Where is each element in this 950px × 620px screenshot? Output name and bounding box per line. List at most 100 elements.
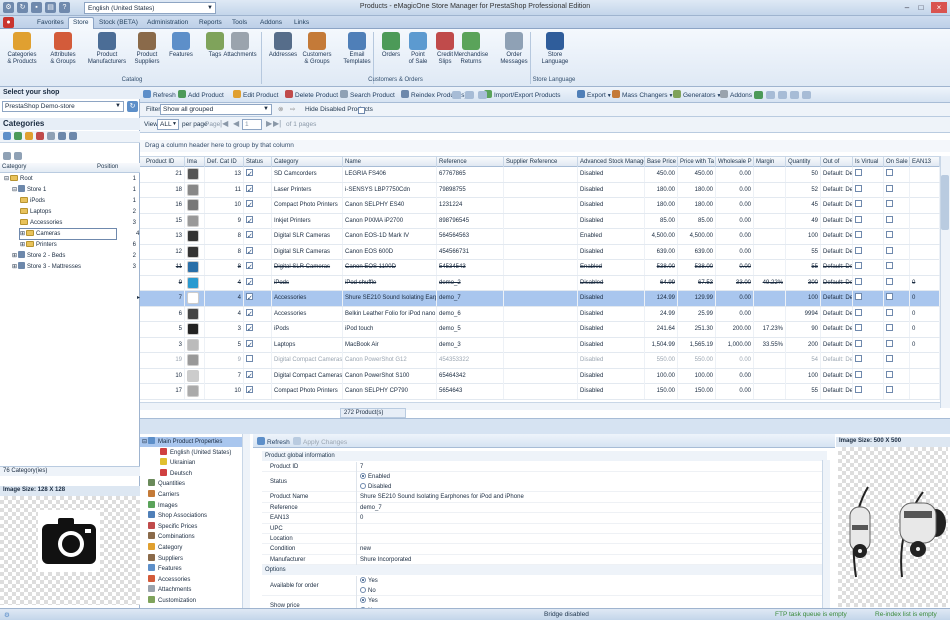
field-value[interactable]: 0 — [356, 513, 363, 524]
tab-tools[interactable]: Tools — [228, 18, 251, 29]
radio-button[interactable] — [360, 483, 366, 490]
sale-checkbox[interactable] — [886, 184, 893, 192]
virtual-checkbox[interactable] — [855, 355, 862, 362]
property-node-suppliers[interactable]: Suppliers — [148, 553, 183, 564]
table-row[interactable]: 13 8 Digital SLR CamerasCanon EOS-1D Mark … — [140, 229, 940, 245]
status-checkbox[interactable] — [246, 338, 253, 353]
cell-status[interactable] — [244, 337, 272, 353]
property-node-ukrainian[interactable]: Ukrainian — [160, 458, 195, 468]
refresh-icon[interactable] — [3, 132, 11, 140]
status-checkbox[interactable] — [246, 291, 253, 306]
table-row[interactable]: 12 8 Digital SLR CamerasCanon EOS 600D4545… — [140, 244, 940, 260]
cell-status[interactable] — [244, 244, 272, 260]
cell-is-virtual[interactable] — [853, 213, 884, 229]
category-node-store-3-mattresses[interactable]: ⊞ Store 3 - Mattresses 3 — [0, 262, 138, 272]
ribbon-btn-attachments[interactable]: Attachments — [221, 32, 259, 59]
cell-is-virtual[interactable] — [853, 229, 884, 244]
cell-on-sale[interactable] — [884, 260, 910, 275]
category-node-store-1[interactable]: ⊟ Store 1 1 — [0, 185, 138, 195]
status-checkbox[interactable] — [246, 355, 253, 362]
cell-on-sale[interactable] — [884, 198, 910, 213]
status-checkbox[interactable] — [246, 276, 253, 291]
category-node-cameras[interactable]: ⊞Cameras44 — [19, 228, 139, 240]
property-node-category[interactable]: Category — [148, 543, 182, 553]
grid-scroll-thumb[interactable] — [941, 175, 949, 230]
virtual-checkbox[interactable] — [855, 293, 862, 300]
collapse-all-icon[interactable] — [14, 152, 22, 160]
radio-button[interactable] — [360, 587, 366, 594]
category-node-accessories[interactable]: Accessories 3 — [0, 218, 138, 228]
table-row[interactable]: 21 13 SD CamcordersLEGRIA FS40667767865 Dis… — [140, 167, 940, 183]
property-node-specific-prices[interactable]: Specific Prices — [148, 521, 197, 532]
tab-stock-beta[interactable]: Stock (BETA) — [95, 18, 142, 29]
status-checkbox[interactable] — [246, 260, 253, 275]
cell-on-sale[interactable] — [884, 167, 910, 182]
status-checkbox[interactable] — [246, 214, 253, 229]
cell-on-sale[interactable] — [884, 337, 910, 353]
cell-on-sale[interactable] — [884, 291, 910, 306]
cell-on-sale[interactable] — [884, 275, 910, 291]
toolbar-import-export-products-button[interactable]: Import/Export Products — [484, 90, 560, 99]
cell-on-sale[interactable] — [884, 353, 910, 368]
cell-is-virtual[interactable] — [853, 322, 884, 337]
virtual-checkbox[interactable] — [855, 200, 862, 207]
sale-checkbox[interactable] — [886, 324, 893, 331]
virtual-checkbox[interactable] — [855, 386, 862, 393]
collapse-icon[interactable]: ⊟ — [4, 176, 9, 182]
tab-favorites[interactable]: Favorites — [33, 18, 68, 29]
last-page-icon[interactable]: ▶| — [273, 119, 281, 128]
sale-checkbox[interactable] — [886, 308, 893, 316]
sale-checkbox[interactable] — [886, 386, 893, 393]
status-checkbox[interactable] — [246, 229, 253, 244]
ribbon-btn-categories-products[interactable]: Categories & Products — [3, 32, 41, 66]
shop-refresh-icon[interactable]: ↻ — [127, 101, 138, 112]
ribbon-btn-addresses[interactable]: Addresses — [264, 32, 302, 59]
field-value[interactable]: Shure SE210 Sound Isolating Earphones fo… — [356, 492, 524, 503]
radio-option[interactable]: No — [360, 586, 378, 596]
cell-on-sale[interactable] — [884, 229, 910, 244]
field-value[interactable]: 7 — [356, 462, 363, 473]
virtual-checkbox[interactable] — [855, 231, 862, 238]
prev-page-icon[interactable]: ◀ — [233, 119, 239, 128]
search-icon[interactable] — [47, 132, 55, 140]
cell-on-sale[interactable] — [884, 244, 910, 260]
field-value[interactable] — [356, 534, 360, 545]
panel-splitter[interactable] — [140, 418, 950, 434]
cell-is-virtual[interactable] — [853, 167, 884, 182]
ribbon-btn-product-suppliers[interactable]: Product Suppliers — [128, 32, 166, 66]
first-page-icon[interactable]: |◀ — [220, 119, 228, 128]
table-row[interactable]: 15 9 Inkjet PrintersCanon PIXMA iP27008987… — [140, 213, 940, 229]
sale-checkbox[interactable] — [886, 293, 893, 300]
view-mode-icon-1[interactable] — [766, 91, 775, 99]
sale-checkbox[interactable] — [886, 246, 893, 254]
add-category-icon[interactable] — [14, 132, 22, 140]
virtual-checkbox[interactable] — [855, 184, 862, 192]
table-row[interactable]: 3 5 LaptopsMacBook Airdemo_3 Disabled1,504.… — [140, 337, 940, 353]
ribbon-btn-attributes-groups[interactable]: Attributes & Groups — [44, 32, 82, 66]
table-row[interactable]: 7 4 AccessoriesShure SE210 Sound Isolating… — [137, 291, 940, 307]
table-row[interactable]: 18 11 Laser Printersi-SENSYS LBP7750Cdn798… — [140, 182, 940, 198]
table-row[interactable]: 17 10 Compact Photo PrintersCanon SELPHY C… — [140, 384, 940, 400]
status-checkbox[interactable] — [246, 307, 253, 322]
delete-category-icon[interactable] — [36, 132, 44, 140]
sale-checkbox[interactable] — [886, 339, 893, 347]
virtual-checkbox[interactable] — [855, 246, 862, 254]
property-refresh-button[interactable]: Refresh — [257, 437, 290, 446]
status-checkbox[interactable] — [246, 198, 253, 213]
radio-option[interactable]: Disabled — [360, 482, 391, 492]
close-icon[interactable]: × — [931, 2, 947, 13]
maximize-icon[interactable]: □ — [915, 2, 927, 13]
cell-status[interactable] — [244, 198, 272, 213]
status-checkbox[interactable] — [246, 384, 253, 399]
toolbar-misc-icon-1[interactable] — [465, 91, 474, 99]
property-node-features[interactable]: Features — [148, 564, 182, 574]
category-node-printers[interactable]: ⊞ Printers 6 — [0, 240, 138, 250]
cell-on-sale[interactable] — [884, 213, 910, 229]
virtual-checkbox[interactable] — [855, 324, 862, 331]
ribbon-btn-customers-groups[interactable]: Customers & Groups — [298, 32, 336, 66]
ribbon-btn-features[interactable]: Features — [162, 32, 200, 59]
next-page-icon[interactable]: ▶ — [266, 119, 272, 128]
property-node-attachments[interactable]: Attachments — [148, 585, 191, 595]
apply-changes-button[interactable]: Apply Changes — [293, 437, 347, 446]
table-row[interactable]: 9 4 iPodsiPod shuffledemo_2 Disabled64.9967… — [140, 275, 940, 291]
